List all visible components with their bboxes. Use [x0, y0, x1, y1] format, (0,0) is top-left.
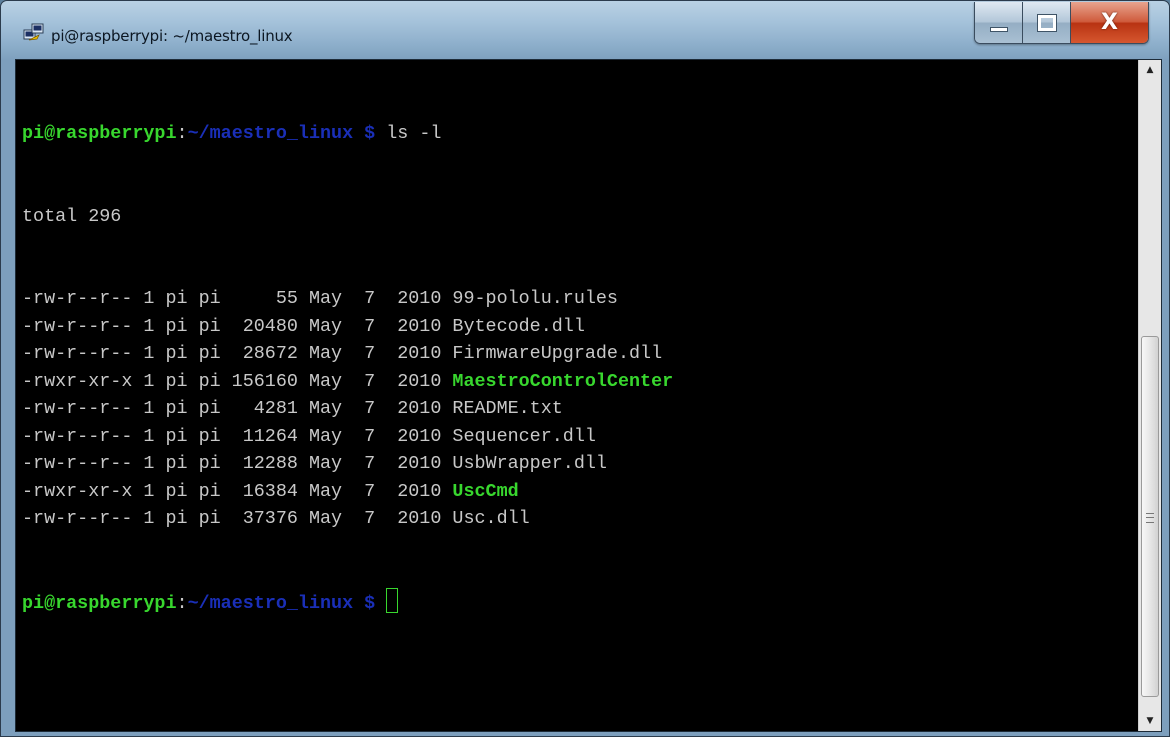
file-meta: -rw-r--r-- 1 pi pi 11264 May 7 2010 [22, 425, 453, 447]
file-meta: -rwxr-xr-x 1 pi pi 16384 May 7 2010 [22, 480, 453, 502]
total-line: total 296 [22, 205, 122, 227]
prompt-path: ~/maestro_linux $ [187, 592, 376, 614]
file-name: UsbWrapper.dll [452, 453, 607, 474]
terminal-window: pi@raspberrypi: ~/maestro_linux X pi@ras… [0, 0, 1170, 737]
scroll-thumb[interactable] [1141, 336, 1159, 697]
arrow-up-icon[interactable]: ▲ [1139, 60, 1161, 80]
file-meta: -rw-r--r-- 1 pi pi 12288 May 7 2010 [22, 453, 453, 474]
prompt-user: pi@raspberrypi [22, 123, 177, 144]
minimize-icon [989, 27, 1008, 32]
list-item: -rw-r--r-- 1 pi pi 20480 May 7 2010 Byte… [22, 313, 1132, 341]
prompt-line: pi@raspberrypi:~/maestro_linux $ ls -l [22, 120, 1132, 148]
file-meta: -rwxr-xr-x 1 pi pi 156160 May 7 2010 [22, 370, 453, 392]
file-name: 99-pololu.rules [452, 288, 618, 309]
title-bar[interactable]: pi@raspberrypi: ~/maestro_linux X [1, 1, 1169, 59]
arrow-down-icon[interactable]: ▼ [1139, 711, 1161, 731]
list-item: -rw-r--r-- 1 pi pi 12288 May 7 2010 UsbW… [22, 450, 1132, 478]
file-meta: -rw-r--r-- 1 pi pi 55 May 7 2010 [22, 288, 453, 309]
text-cursor [386, 587, 399, 613]
putty-icon[interactable] [23, 23, 45, 43]
close-icon: X [1101, 10, 1118, 35]
executable-file-name: MaestroControlCenter [452, 370, 674, 392]
prompt-user: pi@raspberrypi [22, 592, 177, 614]
maximize-button[interactable] [1023, 2, 1071, 43]
file-name: FirmwareUpgrade.dll [452, 343, 663, 364]
close-button[interactable]: X [1071, 2, 1148, 43]
prompt-separator: : [176, 592, 188, 614]
list-item: -rw-r--r-- 1 pi pi 28672 May 7 2010 Firm… [22, 340, 1132, 368]
file-name: Usc.dll [452, 508, 530, 529]
executable-file-name: UscCmd [452, 480, 519, 502]
minimize-button[interactable] [975, 2, 1023, 43]
prompt-path: ~/maestro_linux $ [187, 123, 376, 144]
window-title: pi@raspberrypi: ~/maestro_linux [51, 27, 293, 45]
command-text: ls -l [386, 123, 442, 144]
list-item: -rw-r--r-- 1 pi pi 55 May 7 2010 99-polo… [22, 285, 1132, 313]
file-meta: -rw-r--r-- 1 pi pi 37376 May 7 2010 [22, 508, 453, 529]
prompt-separator: : [176, 123, 188, 144]
list-item: -rwxr-xr-x 1 pi pi 16384 May 7 2010 UscC… [22, 478, 1132, 506]
file-name: README.txt [452, 398, 563, 419]
list-item: -rw-r--r-- 1 pi pi 11264 May 7 2010 Sequ… [22, 423, 1132, 451]
terminal-area[interactable]: pi@raspberrypi:~/maestro_linux $ ls -l t… [15, 59, 1162, 732]
terminal-output[interactable]: pi@raspberrypi:~/maestro_linux $ ls -l t… [22, 65, 1132, 725]
maximize-icon [1036, 13, 1057, 32]
vertical-scrollbar[interactable]: ▲ ▼ [1138, 60, 1161, 731]
file-name: Bytecode.dll [452, 315, 585, 337]
file-meta: -rw-r--r-- 1 pi pi 4281 May 7 2010 [22, 398, 453, 419]
file-meta: -rw-r--r-- 1 pi pi 20480 May 7 2010 [22, 315, 453, 337]
list-item: -rwxr-xr-x 1 pi pi 156160 May 7 2010 Mae… [22, 368, 1132, 396]
prompt-line-current: pi@raspberrypi:~/maestro_linux $ [22, 587, 1132, 616]
list-item: -rw-r--r-- 1 pi pi 37376 May 7 2010 Usc.… [22, 505, 1132, 533]
file-meta: -rw-r--r-- 1 pi pi 28672 May 7 2010 [22, 343, 453, 364]
caption-buttons: X [974, 2, 1149, 44]
file-listing: -rw-r--r-- 1 pi pi 55 May 7 2010 99-polo… [22, 285, 1132, 533]
grip-icon [1146, 513, 1154, 523]
file-name: Sequencer.dll [452, 425, 596, 447]
list-item: -rw-r--r-- 1 pi pi 4281 May 7 2010 READM… [22, 395, 1132, 423]
